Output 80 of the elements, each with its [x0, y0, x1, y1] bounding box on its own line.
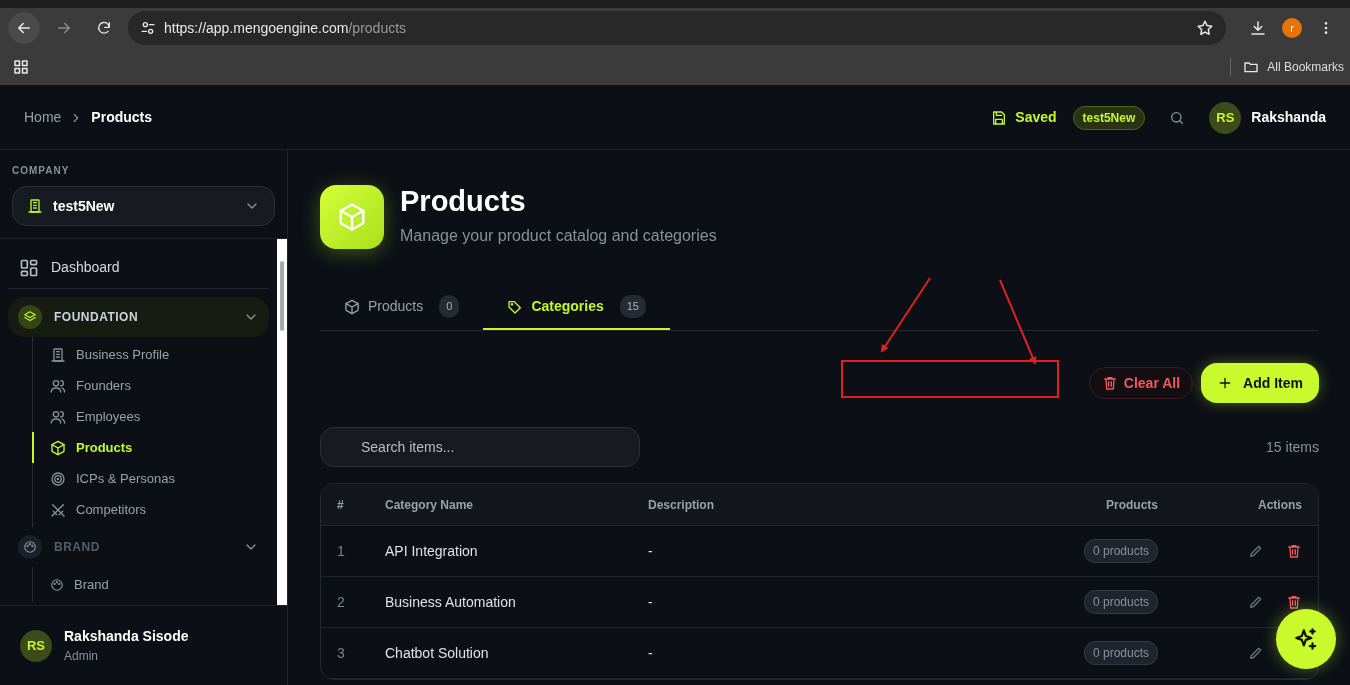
edit-button[interactable]: [1248, 594, 1264, 610]
user-avatar: RS: [20, 629, 52, 662]
reload-icon: [96, 20, 112, 36]
column-header: Products: [1106, 496, 1158, 514]
trash-icon: [1101, 375, 1118, 391]
nav-item[interactable]: Brand: [32, 569, 268, 600]
cube-icon: [50, 439, 66, 456]
trash-icon: [1286, 594, 1302, 610]
user-name: Rakshanda: [1251, 108, 1326, 127]
grid-icon: [19, 257, 39, 278]
column-header: #: [337, 497, 344, 512]
sparkle-icon: [1293, 626, 1319, 652]
pencil-icon: [1248, 645, 1264, 661]
user-name: Rakshanda Sisode: [64, 627, 189, 646]
nav-group[interactable]: FOUNDATION: [8, 297, 269, 337]
tags-icon: [507, 298, 524, 315]
user-avatar[interactable]: RS: [1209, 101, 1242, 134]
address-bar[interactable]: https://app.mengoengine.com/products: [128, 11, 1226, 45]
building-icon: [50, 346, 66, 363]
column-header: Description: [648, 497, 714, 512]
category-name: Business Automation: [385, 593, 516, 610]
bookmarks-label[interactable]: All Bookmarks: [1267, 57, 1344, 76]
users-icon: [50, 408, 66, 425]
nav-item[interactable]: ICPs & Personas: [32, 463, 268, 494]
layers-icon: [23, 310, 37, 324]
saved-status: Saved: [1015, 108, 1057, 127]
column-header: Actions: [1258, 497, 1302, 512]
nav-item[interactable]: Products: [32, 432, 268, 463]
url-text: https://app.mengoengine.com/products: [164, 18, 407, 38]
column-header: Category Name: [385, 497, 474, 512]
product-count-pill: 0 products: [1083, 539, 1158, 563]
category-description: -: [648, 542, 653, 559]
users-icon: [50, 377, 66, 394]
tab[interactable]: Categories 15: [483, 285, 670, 330]
workspace-badge: test5New: [1072, 105, 1146, 130]
save-icon: [991, 109, 1008, 126]
cube-icon: [337, 202, 367, 232]
download-icon: [1249, 19, 1267, 37]
page-subtitle: Manage your product catalog and categories: [400, 225, 717, 246]
edit-button[interactable]: [1248, 543, 1264, 559]
apps-icon: [12, 57, 30, 76]
bookmark-star-icon: [1196, 19, 1214, 37]
section-label: COMPANY: [12, 164, 71, 178]
pencil-icon: [1248, 543, 1264, 559]
swords-icon: [50, 501, 66, 518]
product-count-pill: 0 products: [1083, 590, 1158, 614]
category-description: -: [648, 644, 653, 661]
add-item-button[interactable]: Add Item: [1201, 363, 1319, 403]
trash-icon: [1286, 543, 1302, 559]
back-button[interactable]: [8, 12, 40, 44]
product-count-pill: 0 products: [1083, 641, 1158, 665]
nav-item[interactable]: Competitors: [32, 494, 268, 525]
edit-button[interactable]: [1248, 645, 1264, 661]
cube-icon: [344, 298, 360, 315]
site-settings-icon: [140, 20, 156, 36]
nav-item[interactable]: Employees: [32, 401, 268, 432]
ai-assistant-button[interactable]: [1276, 609, 1336, 669]
item-count: 15 items: [1266, 437, 1319, 457]
nav-item[interactable]: Dashboard: [8, 247, 269, 289]
target-icon: [50, 470, 66, 487]
category-description: -: [648, 593, 653, 610]
category-name: API Integration: [385, 542, 478, 559]
row-number: 2: [337, 593, 345, 610]
clear-all-button[interactable]: Clear All: [1088, 367, 1194, 399]
search-icon: [1169, 109, 1186, 126]
tab[interactable]: Products 0: [320, 285, 484, 330]
company-select[interactable]: test5New: [12, 186, 275, 226]
row-number: 1: [337, 542, 345, 559]
nav-item[interactable]: Founders: [32, 370, 268, 401]
nav-item[interactable]: Business Profile: [32, 339, 268, 370]
delete-button[interactable]: [1286, 594, 1302, 610]
row-number: 3: [337, 644, 345, 661]
search-field[interactable]: Search items...: [320, 427, 640, 467]
breadcrumb-link[interactable]: Home: [24, 107, 62, 128]
category-name: Chatbot Solution: [385, 644, 489, 661]
user-role: Admin: [64, 648, 99, 665]
pencil-icon: [1248, 594, 1264, 610]
delete-button[interactable]: [1286, 543, 1302, 559]
page-title: Products: [400, 186, 527, 218]
building-icon: [27, 198, 43, 214]
